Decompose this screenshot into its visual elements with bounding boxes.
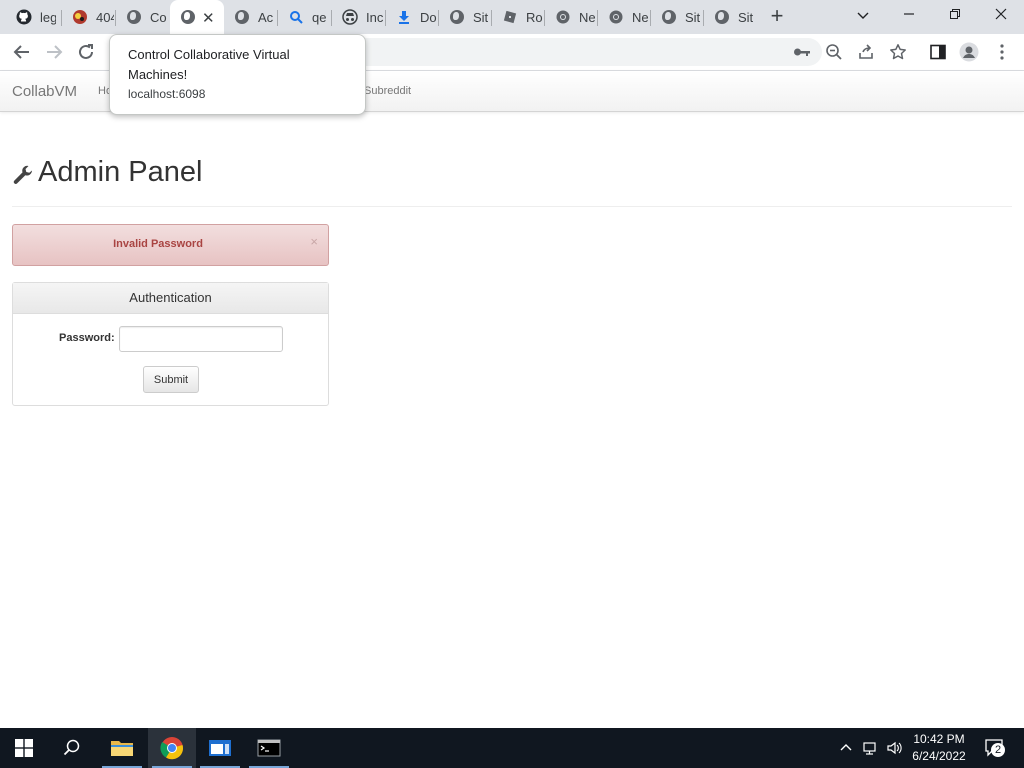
- browser-tab[interactable]: 404: [62, 4, 114, 30]
- globe-icon: [180, 9, 196, 25]
- globe-icon: [234, 9, 250, 25]
- browser-tab-strip: leg 404 Co ✕ Ac qe Inc Do: [0, 0, 1024, 34]
- key-icon[interactable]: [792, 42, 812, 62]
- browser-tab[interactable]: Ro: [492, 4, 544, 30]
- globe-icon: [126, 9, 142, 25]
- terminal-icon[interactable]: [245, 728, 293, 768]
- page-title: Admin Panel: [12, 156, 202, 189]
- browser-tab[interactable]: Sit: [704, 4, 756, 30]
- browser-tab[interactable]: leg: [6, 4, 56, 30]
- share-icon[interactable]: [856, 42, 876, 62]
- back-arrow-icon[interactable]: [10, 40, 34, 64]
- chrome-taskbar-icon[interactable]: [148, 728, 196, 768]
- new-tab-icon[interactable]: +: [766, 5, 788, 28]
- browser-tab[interactable]: Co: [116, 4, 168, 30]
- wrench-icon: [12, 162, 34, 184]
- restore-icon[interactable]: [940, 4, 970, 28]
- windows-taskbar: 10:42 PM 6/24/2022 2: [0, 728, 1024, 768]
- reload-icon[interactable]: [74, 40, 98, 64]
- file-explorer-icon[interactable]: [98, 728, 146, 768]
- heading-divider: [12, 206, 1012, 207]
- globe-icon: [714, 9, 730, 25]
- download-icon: [396, 9, 412, 25]
- profile-avatar-icon[interactable]: [959, 42, 979, 62]
- app-window-icon[interactable]: [196, 728, 244, 768]
- browser-tab[interactable]: Sit: [651, 4, 703, 30]
- authentication-panel: Authentication Password: Submit: [12, 282, 329, 406]
- chrome-icon: [608, 9, 624, 25]
- kebab-menu-icon[interactable]: [992, 42, 1012, 62]
- search-icon[interactable]: [48, 728, 96, 768]
- tab-hover-card: Control Collaborative Virtual Machines! …: [109, 34, 366, 115]
- site-brand[interactable]: CollabVM: [12, 83, 77, 100]
- globe-icon: [449, 9, 465, 25]
- close-window-icon[interactable]: [986, 4, 1016, 28]
- tab-search-chevron-icon[interactable]: [848, 4, 878, 28]
- browser-tab[interactable]: qe: [278, 4, 330, 30]
- tab-hover-title: Control Collaborative Virtual Machines!: [128, 47, 290, 82]
- submit-button[interactable]: Submit: [143, 366, 199, 393]
- bookmark-star-icon[interactable]: [888, 42, 908, 62]
- browser-tab[interactable]: Inc: [332, 4, 384, 30]
- network-icon[interactable]: [862, 738, 880, 758]
- globe-icon: [661, 9, 677, 25]
- browser-tab[interactable]: Ne: [598, 4, 650, 30]
- minimize-icon[interactable]: [894, 4, 924, 28]
- forward-arrow-icon[interactable]: [42, 40, 66, 64]
- zoom-out-icon[interactable]: [824, 42, 844, 62]
- github-icon: [16, 9, 32, 25]
- clock-time: 10:42 PM: [913, 732, 965, 746]
- chrome-icon: [555, 9, 571, 25]
- browser-tab[interactable]: Sit: [439, 4, 491, 30]
- panel-heading: Authentication: [13, 283, 328, 314]
- system-clock[interactable]: 10:42 PM 6/24/2022: [900, 731, 978, 765]
- password-input[interactable]: [119, 326, 283, 352]
- search-icon: [288, 9, 304, 25]
- browser-tab[interactable]: Ne: [545, 4, 597, 30]
- browser-tab[interactable]: Ac: [224, 4, 276, 30]
- notification-center-icon[interactable]: 2: [982, 738, 1008, 758]
- browser-tab[interactable]: Do: [386, 4, 438, 30]
- side-panel-icon[interactable]: [928, 42, 948, 62]
- notification-count-badge: 2: [991, 743, 1005, 757]
- tray-chevron-up-icon[interactable]: [838, 738, 854, 758]
- incognito-icon: [342, 9, 358, 25]
- error-alert: Invalid Password ×: [12, 224, 329, 266]
- alert-close-icon[interactable]: ×: [310, 234, 318, 249]
- clock-date: 6/24/2022: [912, 749, 966, 763]
- tab-close-icon[interactable]: ✕: [202, 9, 215, 27]
- browser-tab-active[interactable]: ✕: [170, 0, 224, 34]
- roblox-icon: [502, 9, 518, 25]
- site-favicon-icon: [72, 9, 88, 25]
- tab-hover-url: localhost:6098: [128, 87, 206, 101]
- error-alert-text: Invalid Password: [113, 238, 203, 250]
- windows-start-icon[interactable]: [0, 728, 48, 768]
- nav-link-subreddit[interactable]: Subreddit: [364, 85, 411, 97]
- page-title-text: Admin Panel: [38, 156, 203, 188]
- password-label: Password:: [59, 332, 115, 344]
